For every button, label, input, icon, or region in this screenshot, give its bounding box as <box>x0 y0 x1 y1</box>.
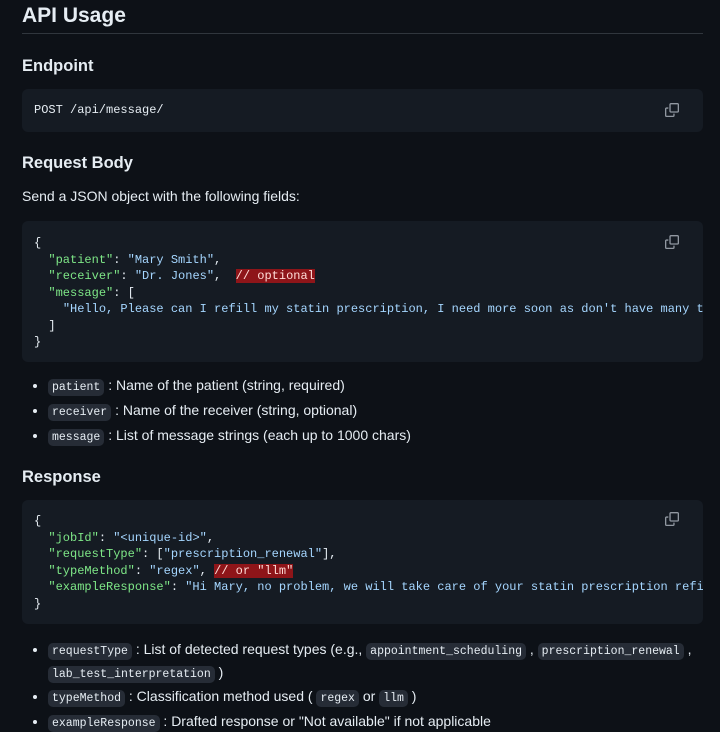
request-body-heading: Request Body <box>22 154 133 172</box>
response-code-block: { "jobId": "<unique-id>", "requestType":… <box>22 500 703 624</box>
receiver-optional-comment: // optional <box>235 269 315 283</box>
copy-icon[interactable] <box>665 234 681 250</box>
page-title: API Usage <box>22 0 703 34</box>
list-item: message : List of message strings (each … <box>48 427 720 446</box>
list-item: requestType : List of detected request t… <box>48 639 720 685</box>
typemethod-comment: // or "llm" <box>214 563 294 578</box>
request-code-block: { "patient": "Mary Smith", "receiver": "… <box>22 221 703 362</box>
request-fields-list: patient : Name of the patient (string, r… <box>22 377 720 446</box>
list-item: typeMethod : Classification method used … <box>48 688 720 707</box>
request-intro: Send a JSON object with the following fi… <box>22 188 300 204</box>
list-item: exampleResponse : Drafted response or "N… <box>48 713 720 732</box>
copy-icon[interactable] <box>665 102 681 118</box>
copy-icon[interactable] <box>665 511 681 527</box>
list-item: receiver : Name of the receiver (string,… <box>48 402 720 421</box>
response-heading: Response <box>22 468 101 486</box>
endpoint-code: POST /api/message/ <box>34 103 164 117</box>
list-item: patient : Name of the patient (string, r… <box>48 377 720 396</box>
api-usage-doc: API Usage Endpoint POST /api/message/ Re… <box>0 0 720 732</box>
response-fields-list: requestType : List of detected request t… <box>22 639 720 732</box>
endpoint-heading: Endpoint <box>22 57 94 75</box>
endpoint-code-block: POST /api/message/ <box>22 89 703 132</box>
